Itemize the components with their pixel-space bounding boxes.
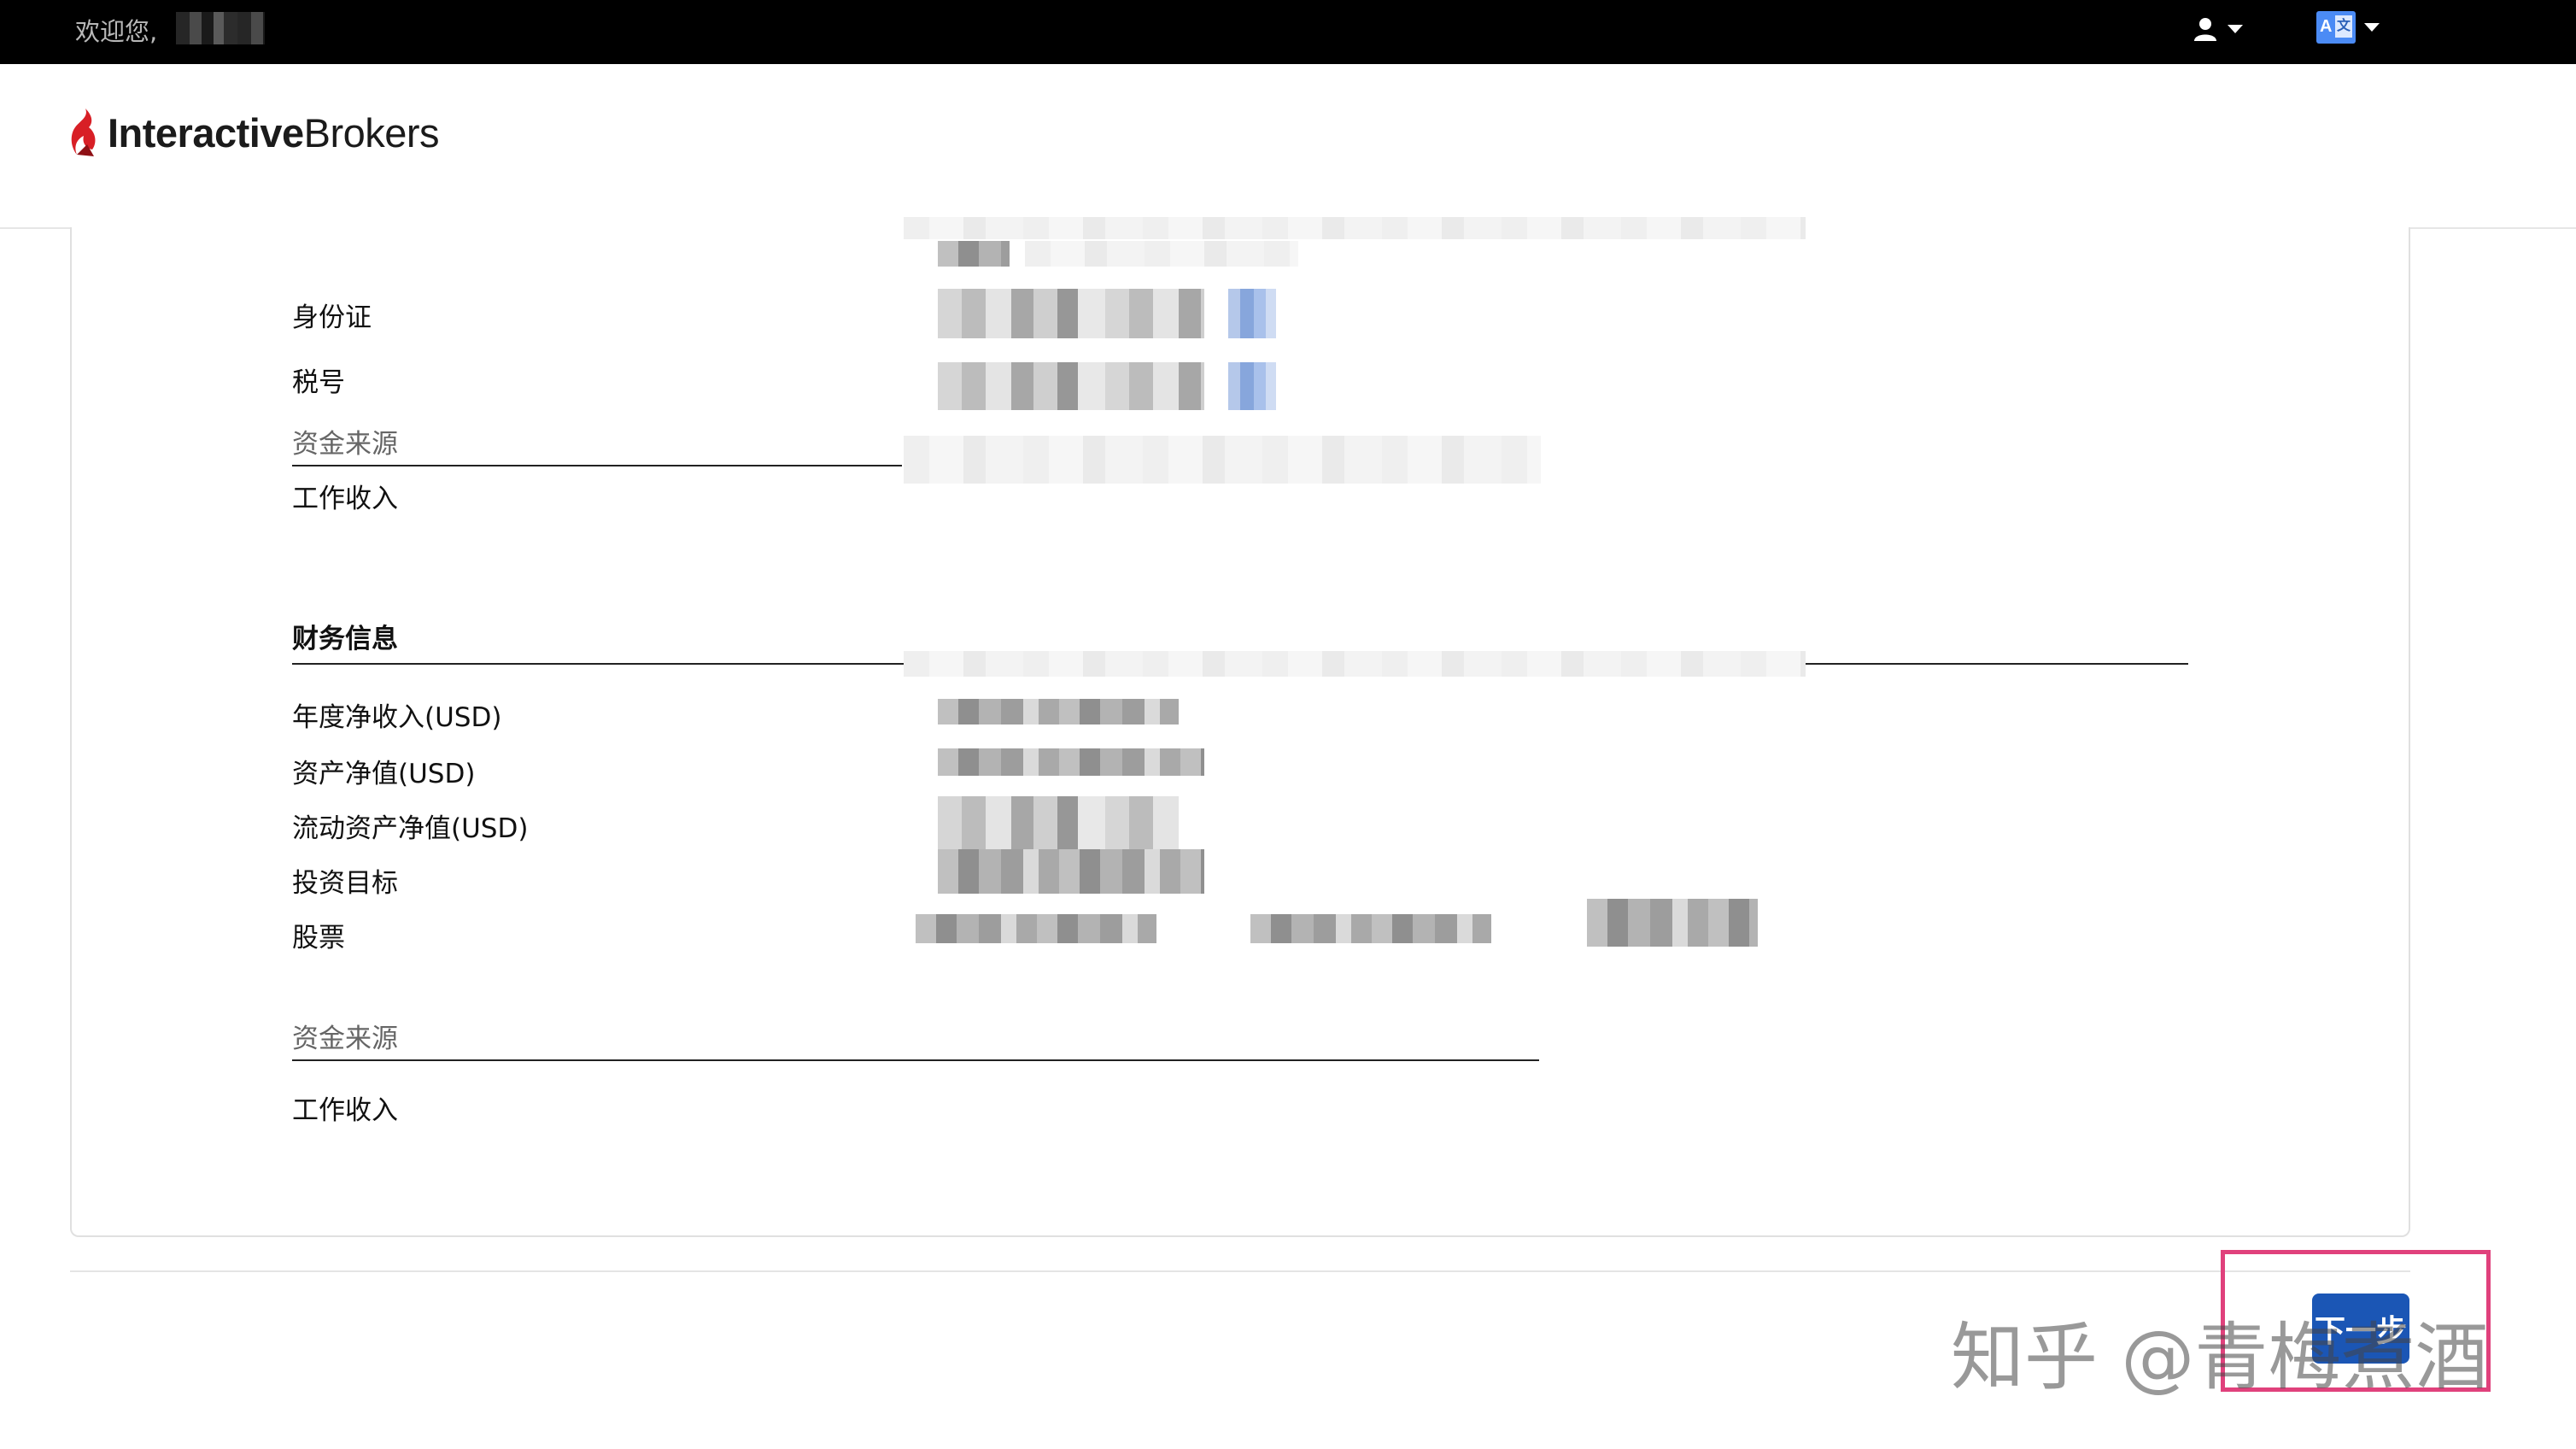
fund-source-value: 工作收入	[292, 1095, 398, 1126]
language-menu-dropdown[interactable]: A 文	[2316, 9, 2390, 46]
net-worth-label: 资产净值(USD)	[292, 759, 476, 789]
interactive-brokers-logo[interactable]: InteractiveBrokers	[68, 107, 440, 158]
user-icon	[2194, 18, 2216, 41]
redacted-stocks-value	[1587, 899, 1758, 947]
redacted-liquid-net-worth	[938, 796, 1179, 851]
section-divider	[292, 1059, 1539, 1061]
annual-net-income-label: 年度净收入(USD)	[292, 702, 502, 733]
tax-id-label: 税号	[292, 367, 345, 398]
redacted-id-number	[938, 289, 1204, 338]
redacted-value	[904, 436, 1541, 484]
logo-text: InteractiveBrokers	[108, 109, 440, 155]
footer-divider	[70, 1270, 2410, 1272]
redacted-value	[904, 217, 1806, 239]
redacted-tax-id	[938, 362, 1204, 410]
translate-icon: A 文	[2316, 11, 2356, 44]
redacted-annual-net-income	[938, 699, 1179, 724]
liquid-net-worth-label: 流动资产净值(USD)	[292, 813, 529, 844]
financial-info-title: 财务信息	[292, 624, 398, 654]
redacted-value	[1025, 241, 1298, 267]
id-card-label: 身份证	[292, 302, 372, 333]
redacted-username	[176, 12, 265, 44]
watermark-text: 知乎 @青梅煮酒	[1951, 1315, 2489, 1400]
chevron-down-icon	[2228, 25, 2243, 33]
redacted-id-flag	[1228, 289, 1276, 338]
redacted-stocks-value	[1250, 914, 1491, 943]
stocks-label: 股票	[292, 923, 345, 953]
site-header: InteractiveBrokers	[0, 64, 2576, 229]
redacted-net-worth	[938, 748, 1204, 776]
fund-source-label: 资金来源	[292, 429, 398, 460]
ib-flame-logo-icon	[71, 109, 96, 156]
redacted-value	[938, 241, 1010, 267]
welcome-text: 欢迎您,	[75, 17, 158, 46]
fund-source-value: 工作收入	[292, 484, 398, 514]
top-bar: 欢迎您, A 文	[0, 0, 2576, 64]
redacted-value	[904, 651, 1806, 677]
chevron-down-icon	[2364, 23, 2380, 32]
fund-source-label: 资金来源	[292, 1024, 398, 1054]
investment-objective-label: 投资目标	[292, 868, 398, 899]
user-menu-dropdown[interactable]	[2192, 12, 2253, 46]
redacted-tax-flag	[1228, 362, 1276, 410]
section-divider	[292, 465, 902, 466]
redacted-investment-objective	[938, 849, 1204, 894]
redacted-stocks-value	[916, 914, 1156, 943]
